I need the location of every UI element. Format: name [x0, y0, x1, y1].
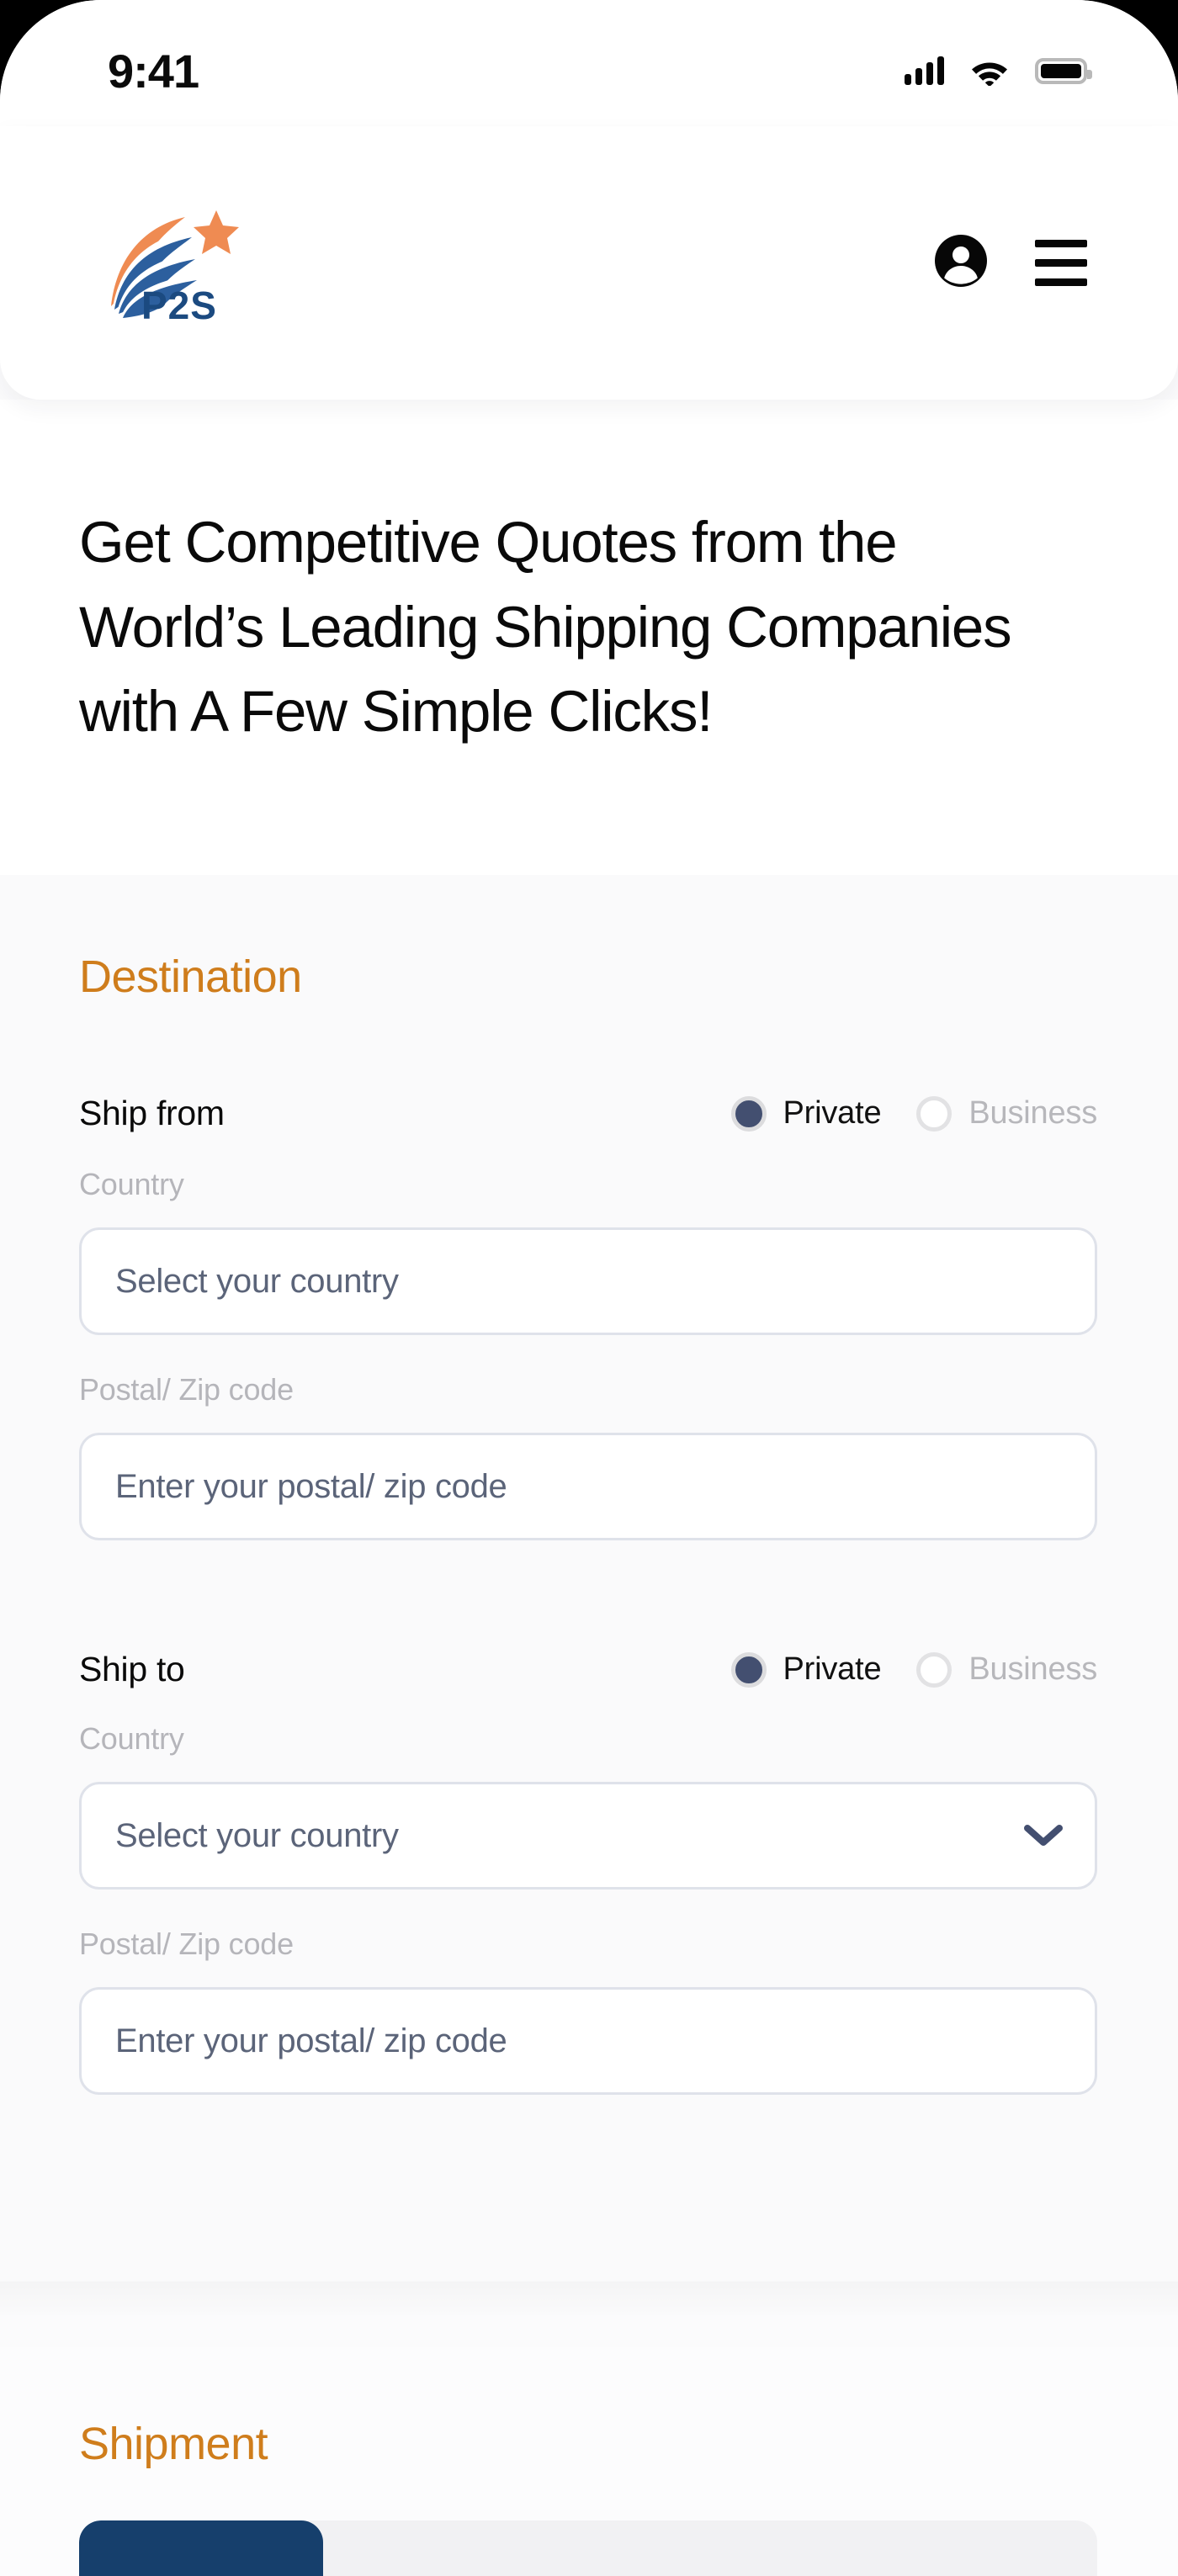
ship-to-country-input[interactable]: Select your country	[79, 1782, 1097, 1890]
ship-from-country-placeholder: Select your country	[115, 1262, 399, 1300]
phone-screen: 9:41 P2S Get Competitive Quotes from the…	[0, 0, 1178, 2576]
radio-dot-unselected[interactable]	[916, 1651, 952, 1688]
ship-to-radio-business[interactable]: Business	[916, 1651, 1097, 1688]
ship-from-country-label: Country	[79, 1167, 184, 1201]
header-actions	[934, 234, 1087, 292]
ship-to-postal-field: Postal/ Zip code Enter your postal/ zip …	[79, 1927, 1097, 2095]
status-bar: 9:41	[0, 0, 1178, 126]
status-bar-icons	[905, 41, 1092, 86]
ship-from-row: Ship from Private Business	[79, 1094, 1097, 1133]
ship-to-postal-placeholder: Enter your postal/ zip code	[115, 2022, 507, 2059]
ship-from-radio-private[interactable]: Private	[730, 1095, 882, 1132]
ship-to-country-placeholder: Select your country	[115, 1816, 399, 1854]
p2s-logo[interactable]: P2S	[104, 204, 239, 323]
battery-full-icon	[1035, 57, 1092, 84]
ship-to-radio-private-label: Private	[783, 1651, 882, 1687]
ship-to-country-label: Country	[79, 1721, 184, 1756]
ship-to-label: Ship to	[79, 1650, 185, 1688]
shipment-tab-inactive[interactable]	[323, 2520, 1097, 2576]
ship-from-postal-field: Postal/ Zip code Enter your postal/ zip …	[79, 1372, 1097, 1540]
ship-from-postal-input[interactable]: Enter your postal/ zip code	[79, 1433, 1097, 1540]
ship-to-radio-private[interactable]: Private	[730, 1651, 882, 1688]
hamburger-menu-icon[interactable]	[1035, 240, 1087, 286]
chevron-down-icon[interactable]	[1024, 1824, 1063, 1847]
app-header: P2S	[0, 126, 1178, 400]
ship-to-radio-business-label: Business	[968, 1651, 1097, 1687]
hero-section: Get Competitive Quotes from the World’s …	[0, 400, 1178, 875]
ship-from-radio-group: Private Business	[730, 1095, 1097, 1132]
svg-text:P2S: P2S	[141, 284, 217, 323]
shipment-card: Shipment	[0, 2347, 1178, 2576]
ship-from-radio-private-label: Private	[783, 1095, 882, 1131]
destination-section-title: Destination	[79, 951, 302, 1002]
account-circle-icon[interactable]	[934, 234, 988, 292]
ship-from-postal-label: Postal/ Zip code	[79, 1372, 294, 1407]
destination-card: Destination Ship from Private Business C…	[0, 875, 1178, 2315]
ship-to-country-field: Country Select your country	[79, 1721, 1097, 1890]
radio-dot-selected[interactable]	[730, 1651, 767, 1688]
ship-to-postal-label: Postal/ Zip code	[79, 1927, 294, 1961]
shipment-tabs	[79, 2520, 1097, 2576]
shipment-section-title: Shipment	[79, 2419, 268, 2469]
shipment-tab-active[interactable]	[79, 2520, 323, 2576]
ship-from-label: Ship from	[79, 1094, 225, 1132]
ship-from-radio-business[interactable]: Business	[916, 1095, 1097, 1132]
signal-bars-icon	[905, 56, 944, 85]
ship-to-postal-input[interactable]: Enter your postal/ zip code	[79, 1987, 1097, 2095]
ship-from-radio-business-label: Business	[968, 1095, 1097, 1131]
radio-dot-unselected[interactable]	[916, 1095, 952, 1132]
page-title: Get Competitive Quotes from the World’s …	[79, 510, 1012, 745]
ship-from-country-field: Country Select your country	[79, 1167, 1097, 1335]
ship-from-country-input[interactable]: Select your country	[79, 1227, 1097, 1335]
ship-to-row: Ship to Private Business	[79, 1650, 1097, 1689]
ship-to-radio-group: Private Business	[730, 1651, 1097, 1688]
ship-from-postal-placeholder: Enter your postal/ zip code	[115, 1467, 507, 1505]
radio-dot-selected[interactable]	[730, 1095, 767, 1132]
status-bar-clock: 9:41	[108, 44, 199, 98]
wifi-icon	[969, 56, 1010, 86]
